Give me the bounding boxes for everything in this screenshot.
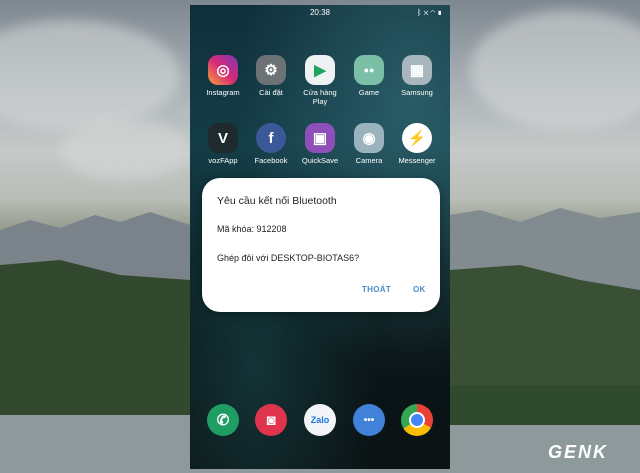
app-instagram[interactable]: ◎ Instagram <box>198 55 248 97</box>
dock-zalo[interactable]: Zalo <box>295 404 345 439</box>
battery-icon: ▮ <box>437 8 444 17</box>
zalo-icon: Zalo <box>304 404 336 436</box>
status-bar: 20:38 ᛒ✕◠▮ <box>190 5 450 21</box>
dock-chrome[interactable] <box>392 404 442 439</box>
app-quicksave[interactable]: ▣ QuickSave <box>295 123 345 165</box>
bluetooth-icon: ᛒ <box>416 8 424 17</box>
ok-button[interactable]: OK <box>413 285 426 294</box>
game-folder-icon: ●● <box>354 55 384 85</box>
app-samsung[interactable]: ▦ Samsung <box>392 55 442 97</box>
facebook-icon: f <box>256 123 286 153</box>
app-label: Instagram <box>206 88 240 97</box>
status-icons: ᛒ✕◠▮ <box>417 5 444 21</box>
play-store-icon: ▶ <box>305 55 335 85</box>
quicksave-icon: ▣ <box>305 123 335 153</box>
dock-phone[interactable]: ✆ <box>198 404 248 439</box>
status-time: 20:38 <box>309 8 331 17</box>
gear-icon: ⚙ <box>256 55 286 85</box>
dock-camera[interactable]: ◙ <box>246 404 296 439</box>
instagram-icon: ◎ <box>208 55 238 85</box>
app-label: QuickSave <box>301 156 339 165</box>
app-settings[interactable]: ⚙ Cài đặt <box>246 55 296 97</box>
app-label: Messenger <box>398 156 436 165</box>
app-play-store[interactable]: ▶ Cửa hàng Play <box>295 55 345 106</box>
genk-watermark-logo: GENK <box>547 442 608 462</box>
app-label: Samsung <box>401 88 433 97</box>
pair-prompt-text: Ghép đôi với DESKTOP-BIOTAS6? <box>217 253 360 263</box>
bluetooth-pairing-dialog: Yêu cầu kết nối Bluetooth Mã khóa: 91220… <box>202 178 440 312</box>
app-messenger[interactable]: ⚡ Messenger <box>392 123 442 165</box>
app-camera[interactable]: ◉ Camera <box>344 123 394 165</box>
app-label: Cài đặt <box>259 88 283 97</box>
app-label: Cửa hàng Play <box>303 88 337 106</box>
app-label: vozFApp <box>208 156 238 165</box>
messages-icon: ••• <box>353 404 385 436</box>
app-vozfapp[interactable]: V vozFApp <box>198 123 248 165</box>
app-label: Game <box>358 88 380 97</box>
camera-app-icon: ◙ <box>255 404 287 436</box>
passkey-text: Mã khóa: 912208 <box>217 224 287 234</box>
camera-icon: ◉ <box>354 123 384 153</box>
messenger-icon: ⚡ <box>402 123 432 153</box>
samsung-folder-icon: ▦ <box>402 55 432 85</box>
app-label: Camera <box>355 156 383 165</box>
app-label: Facebook <box>254 156 288 165</box>
app-game[interactable]: ●● Game <box>344 55 394 97</box>
chrome-icon <box>401 404 433 436</box>
phone-icon: ✆ <box>207 404 239 436</box>
cancel-button[interactable]: THOÁT <box>362 285 391 294</box>
dialog-title: Yêu cầu kết nối Bluetooth <box>217 195 337 207</box>
vozfapp-icon: V <box>208 123 238 153</box>
dock-messages[interactable]: ••• <box>344 404 394 439</box>
app-facebook[interactable]: f Facebook <box>246 123 296 165</box>
